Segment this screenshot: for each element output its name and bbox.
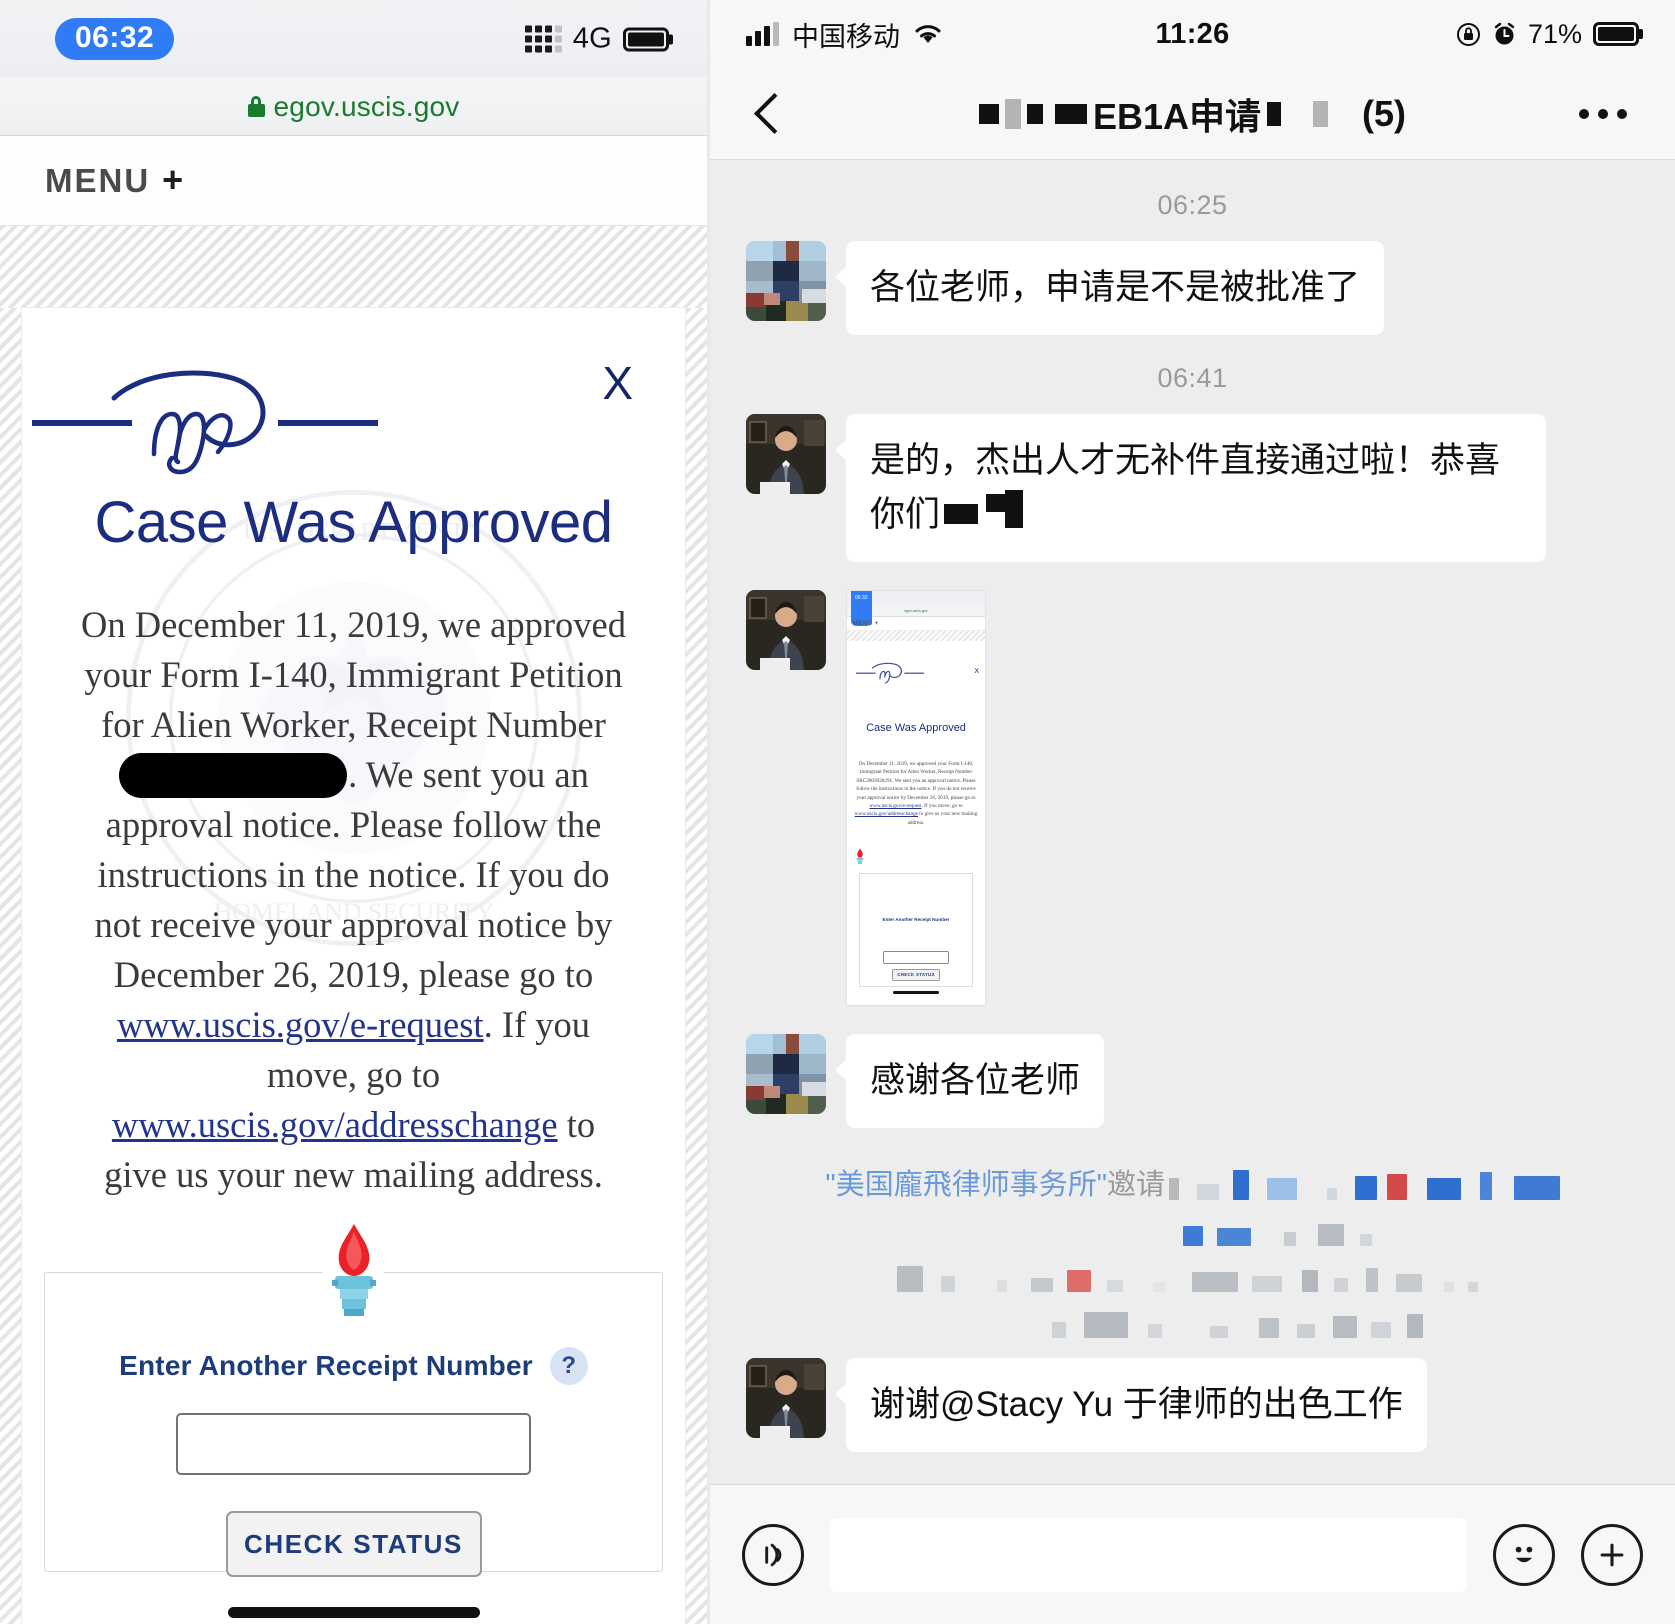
- title-redaction-block: [1004, 98, 1021, 129]
- message-timestamp: 06:41: [1157, 363, 1228, 393]
- message-row: 感谢各位老师: [710, 1033, 1675, 1128]
- thumb-body-1: On December 11, 2019, we approved your F…: [856, 761, 976, 801]
- signal-dots-icon: [524, 25, 562, 53]
- thumb-check-button: CHECK STATUS: [892, 969, 940, 982]
- avatar[interactable]: [746, 1033, 826, 1114]
- message-bubble[interactable]: 谢谢@Stacy Yu 于律师的出色工作: [835, 1357, 1427, 1452]
- uscis-browser-panel: 06:32 4G egov.uscis.gov MENU + U.S. DEPA…: [0, 0, 710, 1624]
- title-redaction-block: [1026, 103, 1043, 124]
- home-indicator: [227, 1607, 480, 1618]
- thumb-link-1: www.uscis.gov/e-request: [869, 803, 922, 810]
- url-text: egov.uscis.gov: [273, 90, 460, 122]
- chat-member-count: (5): [1362, 92, 1407, 134]
- network-type-label: 4G: [572, 22, 612, 55]
- message-input[interactable]: [830, 1517, 1467, 1592]
- thumb-torch-icon: [856, 848, 864, 865]
- system-law-firm-name: "美国龐飛律师事务所": [825, 1168, 1107, 1201]
- check-status-button[interactable]: CHECK STATUS: [225, 1511, 482, 1577]
- chat-message-list[interactable]: 06:25 各位老师，申请是不是被批准了 06:41 是的，杰出人才无补件直接通…: [710, 160, 1675, 1484]
- message-bubble[interactable]: 各位老师，申请是不是被批准了: [834, 241, 1385, 335]
- lock-icon: [247, 96, 265, 117]
- redacted-receipt-number: [119, 753, 348, 798]
- back-chevron-icon[interactable]: [756, 94, 778, 134]
- system-action: 邀请: [1107, 1168, 1166, 1201]
- title-redaction-block: [1313, 100, 1329, 127]
- message-row: 各位老师，申请是不是被批准了: [710, 241, 1675, 335]
- wechat-status-bar: 中国移动 11:26 71%: [710, 0, 1675, 68]
- image-message-bubble[interactable]: 06:32 egov.uscis.gov MENU + X: [846, 590, 986, 1006]
- thumb-my-logo-icon: [856, 662, 924, 684]
- message-row: 是的，杰出人才无补件直接通过啦！恭喜你们: [710, 414, 1675, 562]
- thumb-link-2: www.uscis.gov/addresschange: [854, 811, 918, 818]
- fieldset-label-row: Enter Another Receipt Number ?: [119, 1347, 588, 1385]
- message-redaction-block: [986, 494, 1007, 512]
- thumb-body-3: to give us your new mailing address.: [907, 811, 978, 826]
- torch-icon: [331, 1224, 376, 1316]
- system-invitation-message: "美国龐飛律师事务所"邀请: [710, 1156, 1675, 1352]
- message-timestamp: 06:25: [1157, 190, 1228, 220]
- avatar[interactable]: [746, 414, 826, 494]
- emoji-smiley-icon[interactable]: [1493, 1523, 1555, 1586]
- title-redaction-block: [1267, 101, 1282, 126]
- wechat-panel: 中国移动 11:26 71% EB1A申请 (5) 06:25 各位老师，申请是…: [710, 0, 1675, 1624]
- plus-circle-icon[interactable]: [1581, 1523, 1643, 1586]
- status-time-pill: 06:32: [55, 18, 175, 60]
- receipt-number-input[interactable]: [176, 1413, 531, 1475]
- fieldset-label: Enter Another Receipt Number: [119, 1350, 533, 1381]
- thumb-fieldset: Enter Another Receipt Number CHECK STATU…: [859, 873, 973, 988]
- close-button[interactable]: X: [602, 356, 633, 410]
- avatar[interactable]: [746, 1357, 826, 1438]
- site-menu-bar[interactable]: MENU +: [0, 136, 707, 226]
- message-redaction-block: [944, 504, 979, 524]
- battery-icon: [1593, 22, 1639, 46]
- message-bubble[interactable]: 是的，杰出人才无补件直接通过啦！恭喜你们: [835, 414, 1546, 562]
- split-screenshot-page: 06:32 4G egov.uscis.gov MENU + U.S. DEPA…: [0, 0, 1675, 1624]
- ios-status-bar: 06:32 4G: [0, 0, 707, 78]
- thumb-body: On December 11, 2019, we approved your F…: [853, 760, 979, 827]
- avatar[interactable]: [746, 241, 826, 321]
- status-bar-right-group: 4G: [524, 22, 669, 56]
- message-row: 谢谢@Stacy Yu 于律师的出色工作: [710, 1357, 1675, 1452]
- chat-title: EB1A申请 (5): [710, 88, 1675, 140]
- wechat-nav-bar: EB1A申请 (5): [710, 68, 1675, 160]
- more-dots-icon[interactable]: [1579, 108, 1627, 119]
- case-body-text: On December 11, 2019, we approved your F…: [80, 600, 627, 1200]
- addresschange-link[interactable]: www.uscis.gov/addresschange: [112, 1104, 558, 1145]
- menu-button[interactable]: MENU +: [45, 162, 185, 200]
- avatar[interactable]: [746, 590, 826, 670]
- title-redaction-block: [1054, 103, 1087, 124]
- uscis-screenshot-thumbnail[interactable]: 06:32 egov.uscis.gov MENU + X: [846, 590, 986, 1006]
- plus-icon: +: [162, 159, 186, 201]
- body-part-1: On December 11, 2019, we approved your F…: [81, 604, 626, 745]
- hatched-background-strip: [0, 226, 707, 308]
- e-request-link[interactable]: www.uscis.gov/e-request: [117, 1004, 484, 1045]
- thumb-close-icon: X: [974, 668, 979, 675]
- thumb-card: X Case Was Approved On December 11, 2019…: [847, 641, 985, 1005]
- battery-icon: [623, 27, 669, 51]
- wechat-input-bar: [710, 1484, 1675, 1624]
- voice-input-icon[interactable]: [742, 1523, 804, 1586]
- page-content-area: U.S. DEPARTMENT HOMELAND SECURITY X Case…: [0, 308, 707, 1624]
- case-status-card: U.S. DEPARTMENT HOMELAND SECURITY X Case…: [22, 308, 685, 1624]
- thumb-body-2: . If you move, go to: [921, 803, 963, 810]
- message-bubble[interactable]: 感谢各位老师: [834, 1033, 1105, 1128]
- safari-url-bar[interactable]: egov.uscis.gov: [0, 78, 707, 136]
- menu-label: MENU: [45, 161, 151, 199]
- my-uscis-logo-icon: [32, 370, 378, 475]
- thumb-field-label: Enter Another Receipt Number: [882, 917, 950, 923]
- status-time: 11:26: [1155, 17, 1230, 50]
- chat-title-text: EB1A申请: [1092, 95, 1262, 137]
- message-redaction-block: [1005, 490, 1024, 528]
- message-row-image: 06:32 egov.uscis.gov MENU + X: [710, 590, 1675, 1006]
- thumb-title: Case Was Approved: [866, 722, 966, 734]
- page-title: Case Was Approved: [94, 490, 613, 555]
- help-icon[interactable]: ?: [549, 1347, 588, 1385]
- title-redaction-block: [978, 103, 999, 124]
